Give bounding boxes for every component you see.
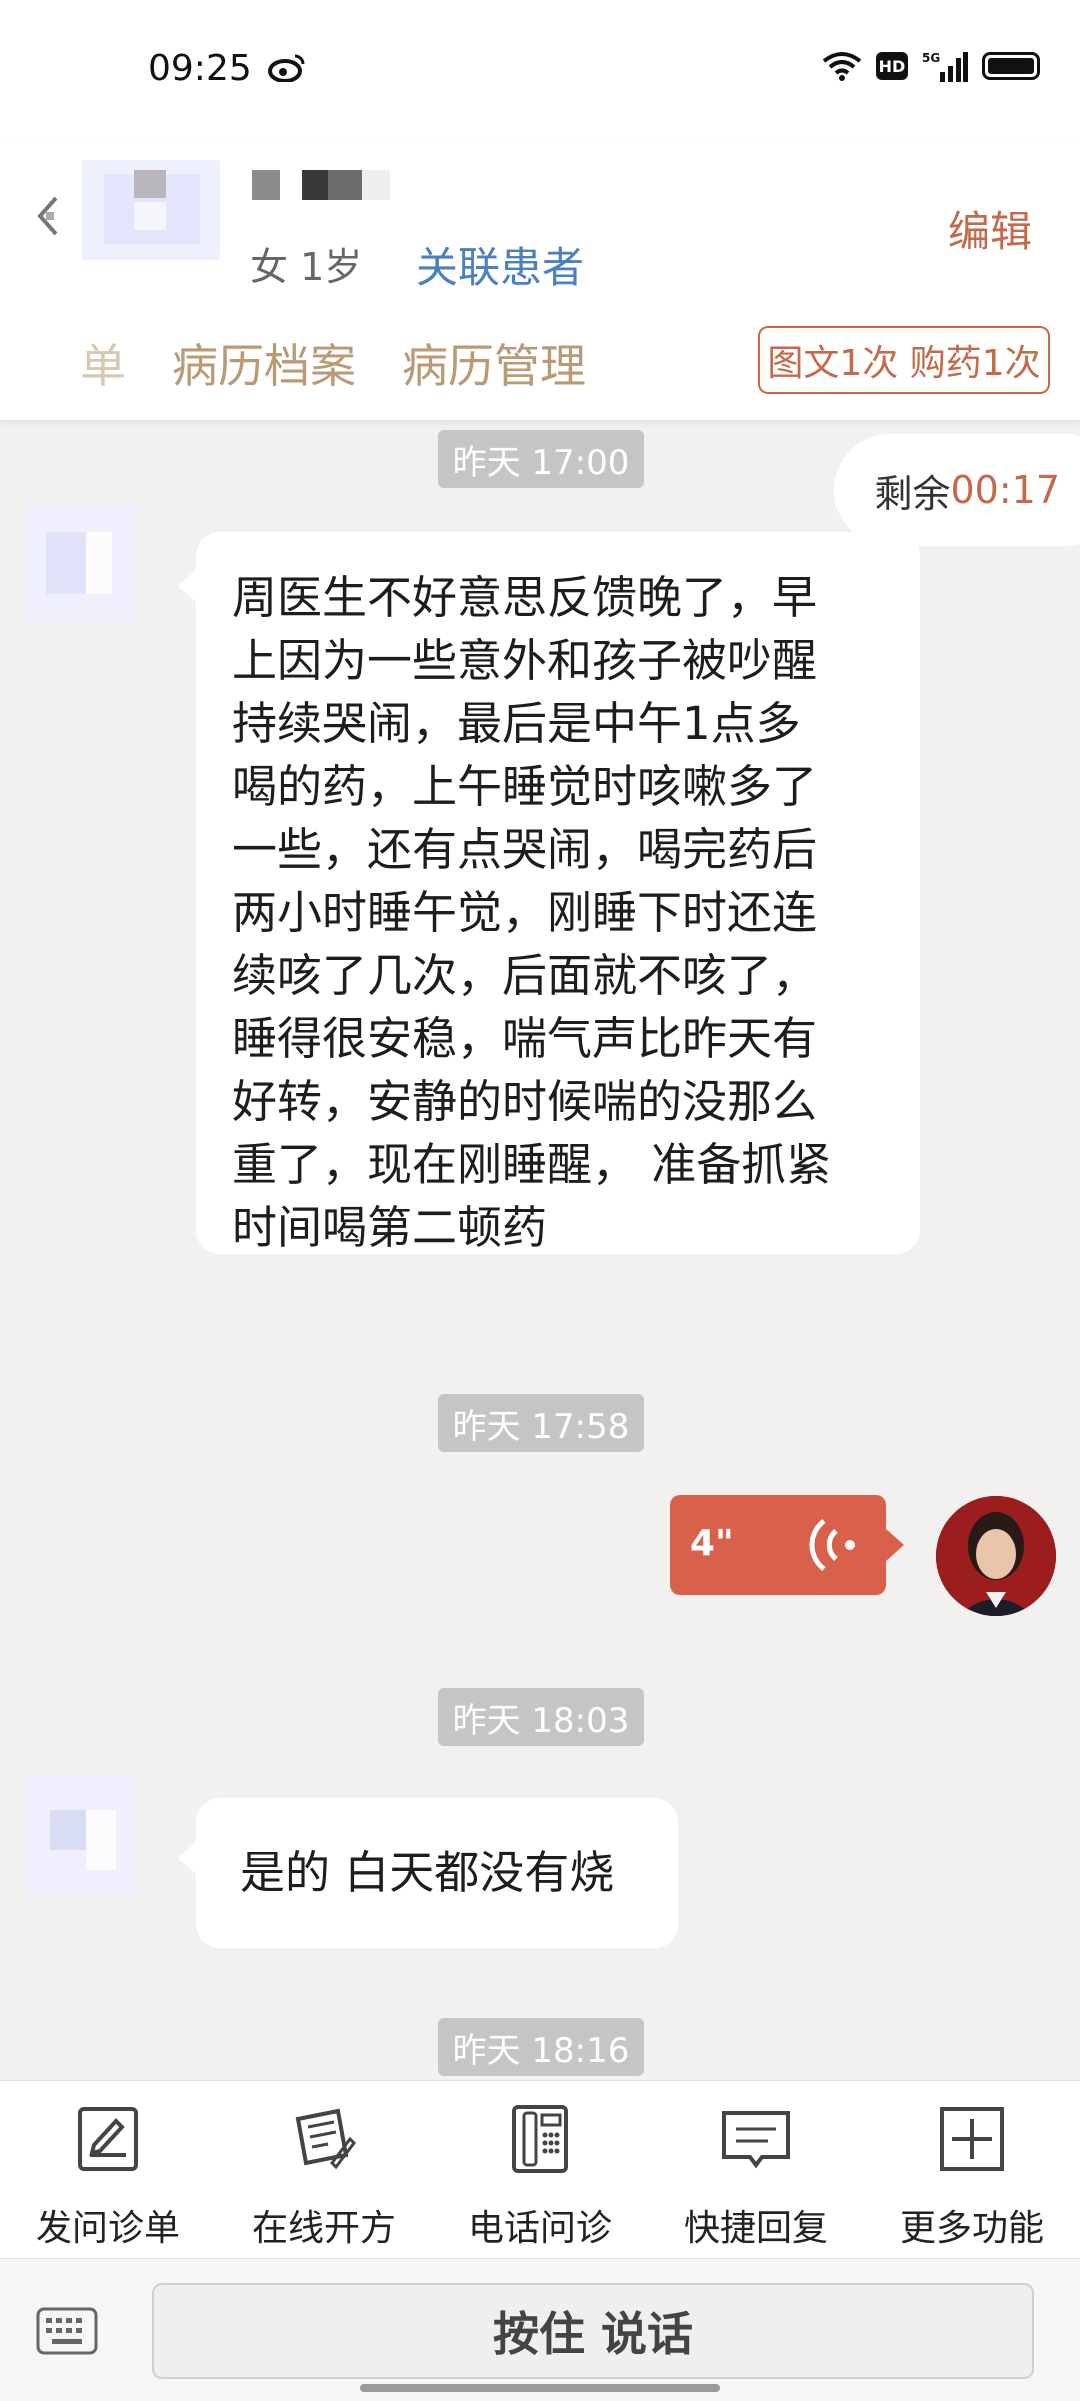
form-edit-icon [78,2107,138,2171]
tool-label: 在线开方 [251,2208,396,2249]
chat-area[interactable]: 剩余 00:17 昨天 17:00 周医生不好意思反馈晚了，早 上因为一些意外和… [0,420,1080,2080]
doctor-photo [936,1496,1056,1616]
timestamp: 昨天 17:58 [438,1394,644,1452]
quick-reply-icon [722,2111,790,2169]
tab-consult-form[interactable]: 单 [80,330,126,396]
timestamp: 昨天 17:00 [438,430,644,488]
bubble-tail [178,570,196,602]
hold-to-talk-button[interactable]: 按住 说话 [152,2283,1034,2379]
header-tabs: 单 病历档案 病历管理 [80,330,586,396]
remaining-count: 00:17 [950,468,1060,512]
timestamp: 昨天 18:16 [438,2018,644,2076]
send-consult-form-button[interactable]: 发问诊单 [0,2081,216,2259]
edit-button[interactable]: 编辑 [948,198,1032,259]
tool-label: 更多功能 [899,2208,1044,2249]
tool-label: 快捷回复 [683,2208,828,2249]
bubble-tail [178,1842,196,1874]
message-text: 是的 白天都没有烧 [240,1846,615,1899]
hd-icon: HD [876,52,908,80]
remaining-label: 剩余 [874,471,951,516]
voice-message-bubble[interactable]: 4" [670,1495,886,1595]
plus-icon [940,2107,1004,2171]
phone-icon [512,2105,568,2173]
wifi-icon [822,52,862,81]
patient-avatar-small[interactable] [26,502,138,622]
patient-gender-age: 女 1岁 [250,245,363,289]
online-prescription-button[interactable]: 在线开方 [216,2081,432,2259]
battery-icon [982,52,1040,80]
keyboard-icon[interactable] [36,2307,98,2355]
back-icon[interactable] [34,194,64,238]
more-functions-button[interactable]: 更多功能 [864,2081,1080,2259]
network-label: 5G [922,51,940,65]
function-toolbar: 发问诊单 在线开方 电话问诊 快捷回复 更多功能 [0,2080,1080,2259]
service-count-badge[interactable]: 图文1次 购药1次 [758,326,1050,394]
tool-label: 电话问诊 [467,2208,612,2249]
patient-avatar-small[interactable] [26,1776,138,1896]
remaining-time-pill: 剩余 00:17 [834,434,1080,546]
prescription-icon [295,2108,356,2170]
voice-duration: 4" [690,1523,734,1564]
quick-reply-button[interactable]: 快捷回复 [648,2081,864,2259]
message-text: 周医生不好意思反馈晚了，早 上因为一些意外和孩子被吵醒 持续哭闹，最后是中午1点… [232,571,832,1254]
status-bar: 09:25 HD 5G [0,0,1080,140]
tab-medical-records[interactable]: 病历档案 [172,330,356,396]
status-time: 09:25 [148,48,252,89]
home-indicator[interactable] [360,2384,720,2392]
phone-consult-button[interactable]: 电话问诊 [432,2081,648,2259]
tab-record-management[interactable]: 病历管理 [402,330,586,396]
voice-wave-icon [809,1519,855,1571]
signal-icon: 5G [922,51,968,82]
link-patient-link[interactable]: 关联患者 [416,234,584,295]
voice-bubble-tail [886,1529,904,1561]
weibo-icon [268,54,305,82]
status-icons: HD 5G [822,50,1040,82]
tool-label: 发问诊单 [35,2208,180,2249]
doctor-avatar[interactable] [936,1496,1056,1616]
timestamp: 昨天 18:03 [438,1688,644,1746]
patient-name-pixelated [252,170,390,200]
chat-header: 女 1岁 关联患者 编辑 单 病历档案 病历管理 图文1次 购药1次 [0,140,1080,421]
patient-avatar-pixelated[interactable] [82,140,220,280]
patient-message-bubble[interactable]: 是的 白天都没有烧 [196,1798,678,1948]
input-bar: 按住 说话 [0,2258,1080,2401]
patient-message-bubble[interactable]: 周医生不好意思反馈晚了，早 上因为一些意外和孩子被吵醒 持续哭闹，最后是中午1点… [196,532,920,1254]
